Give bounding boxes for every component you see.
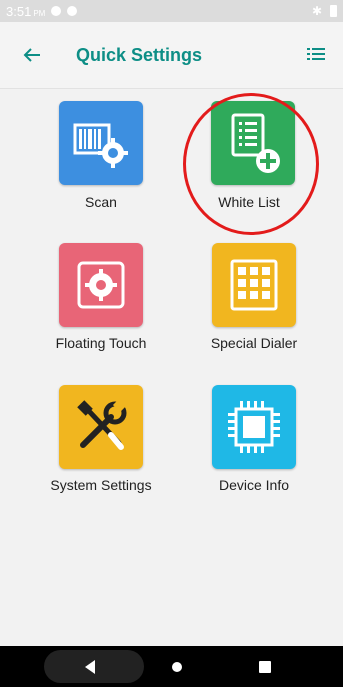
app-bar: Quick Settings: [0, 22, 343, 89]
gear-square-icon: [59, 243, 143, 327]
tile-label: System Settings: [50, 477, 152, 493]
page-title: Quick Settings: [76, 45, 203, 65]
keypad-grid-icon: [212, 243, 296, 327]
status-bar: 3:51 PM ✱: [0, 0, 343, 22]
chip-icon: [212, 385, 296, 469]
tile-white-list[interactable]: White List: [184, 101, 314, 216]
tile-label: Scan: [85, 194, 117, 210]
barcode-gear-icon: [59, 101, 143, 185]
checklist-plus-icon: [211, 101, 295, 185]
status-time-text: 3:51: [6, 3, 32, 19]
tile-device-info[interactable]: Device Info: [189, 385, 319, 500]
status-time: 3:51 PM: [6, 4, 45, 19]
back-arrow-icon[interactable]: [20, 43, 44, 67]
list-icon[interactable]: [305, 43, 327, 65]
tile-label: Floating Touch: [55, 335, 147, 351]
notification-icon: [67, 6, 78, 16]
recents-square-icon[interactable]: [254, 656, 276, 678]
status-right: ✱: [312, 4, 337, 18]
tile-floating-touch[interactable]: Floating Touch: [36, 243, 166, 358]
tile-scan[interactable]: Scan: [36, 101, 166, 216]
tile-label: Device Info: [218, 477, 290, 493]
tile-system-settings[interactable]: System Settings: [36, 385, 166, 500]
home-dot-icon[interactable]: [166, 656, 188, 678]
nav-bar: [0, 646, 343, 687]
back-triangle-icon[interactable]: [80, 656, 102, 678]
status-ampm: PM: [33, 8, 46, 18]
tools-icon: [59, 385, 143, 469]
tile-label: Special Dialer: [210, 335, 298, 351]
tile-label: White List: [218, 194, 280, 210]
tile-special-dialer[interactable]: Special Dialer: [189, 243, 319, 358]
bluetooth-icon: ✱: [311, 4, 322, 18]
notification-icon: [51, 6, 62, 16]
battery-icon: [330, 5, 337, 17]
